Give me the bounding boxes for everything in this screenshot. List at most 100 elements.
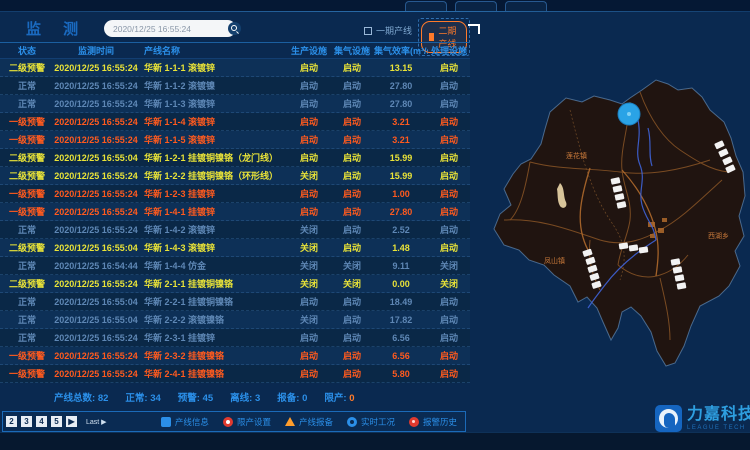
search-input[interactable] [104,24,228,34]
cell-name: 华新 1-1-2 滚镀镍 [138,79,288,92]
cell-proc: 启动 [428,223,470,236]
cell-prod: 启动 [288,97,330,110]
cell-eff: 0.00 [374,279,428,289]
cell-prod: 启动 [288,349,330,362]
realtime-icon [347,417,357,427]
table-row[interactable]: 正常2020/12/25 16:55:04华新 2-2-2 滚镀镍铬关闭启动17… [0,311,470,329]
cell-name: 华新 1-1-4 滚镀锌 [138,115,288,128]
table-row[interactable]: 一级预警2020/12/25 16:55:24华新 1-1-5 滚镀锌启动启动3… [0,131,470,149]
cell-proc: 启动 [428,115,470,128]
cell-gas: 启动 [330,223,374,236]
table-row[interactable]: 二级预警2020/12/25 16:55:24华新 1-2-2 挂镀铜镍铬（环形… [0,167,470,185]
cell-eff: 15.99 [374,153,428,163]
cell-prod: 关闭 [288,223,330,236]
cell-gas: 启动 [330,241,374,254]
table-row[interactable]: 一级预警2020/12/25 16:55:24华新 1-1-4 滚镀锌启动启动3… [0,113,470,131]
table-row[interactable]: 一级预警2020/12/25 16:55:24华新 1-4-1 挂镀锌启动启动2… [0,203,470,221]
town-label: 莲花镇 [566,151,587,160]
summary-item: 报备: 0 [277,390,307,404]
cell-prod: 启动 [288,79,330,92]
search-icon[interactable] [228,22,241,35]
table-row[interactable]: 二级预警2020/12/25 16:55:04华新 1-4-3 滚镀锌关闭启动1… [0,239,470,257]
table-row[interactable]: 一级预警2020/12/25 16:55:24华新 1-2-3 挂镀锌启动启动1… [0,185,470,203]
cluster-marker-dot [627,112,631,116]
table-row[interactable]: 正常2020/12/25 16:55:24华新 1-1-3 滚镀锌启动启动27.… [0,95,470,113]
cell-eff: 6.56 [374,333,428,343]
cell-time: 2020/12/25 16:55:24 [54,333,138,343]
checkbox-checked-icon[interactable] [429,33,434,41]
table-row[interactable]: 一级预警2020/12/25 16:55:24华新 2-4-1 挂镀镍铬启动启动… [0,365,470,383]
legend-label: 产线信息 [175,416,209,428]
table-row[interactable]: 正常2020/12/25 16:55:04华新 2-2-1 挂镀铜镍铬启动启动1… [0,293,470,311]
page-button[interactable]: 5 [51,416,62,427]
cell-status: 二级预警 [0,241,54,254]
table-row[interactable]: 二级预警2020/12/25 16:55:04华新 1-2-1 挂镀铜镍铬（龙门… [0,149,470,167]
report-icon [285,417,295,426]
legend-item[interactable]: 产线报备 [285,416,333,428]
brand-logo: 力嘉科技 LEAGUE TECH [655,405,750,432]
cell-gas: 启动 [330,205,374,218]
cell-status: 二级预警 [0,151,54,164]
district-map[interactable]: 莲花镇 西湖乡 凤山镇 [470,50,750,405]
page-button[interactable]: 2 [6,416,17,427]
cell-prod: 关闭 [288,241,330,254]
checkbox-unchecked-icon[interactable] [364,27,372,35]
phase1-label: 一期产线 [376,24,412,37]
cell-gas: 关闭 [330,277,374,290]
corner-bracket-decoration [468,24,480,34]
pagination: 2345 ▶ Last ▶ [6,416,107,427]
cell-gas: 启动 [330,295,374,308]
cell-status: 正常 [0,79,54,92]
cell-proc: 启动 [428,79,470,92]
cell-time: 2020/12/25 16:55:24 [54,135,138,145]
table-row[interactable]: 正常2020/12/25 16:54:44华新 1-4-4 仿金关闭关闭9.11… [0,257,470,275]
summary-item: 正常: 34 [125,390,160,404]
town-label: 西湖乡 [708,231,729,240]
cell-proc: 启动 [428,187,470,200]
legend-item[interactable]: 产线信息 [161,416,209,428]
cell-time: 2020/12/25 16:55:24 [54,189,138,199]
cell-eff: 6.56 [374,351,428,361]
cell-time: 2020/12/25 16:55:24 [54,279,138,289]
cell-time: 2020/12/25 16:55:04 [54,243,138,253]
header: 监 测 一期产线 二期产线 [0,12,470,42]
brand-logo-icon [655,405,682,432]
cell-prod: 启动 [288,367,330,380]
cell-time: 2020/12/25 16:55:04 [54,315,138,325]
cell-time: 2020/12/25 16:55:24 [54,171,138,181]
page-button[interactable]: 3 [21,416,32,427]
column-header: 处理设施 [428,44,470,57]
table-row[interactable]: 正常2020/12/25 16:55:24华新 2-3-1 挂镀锌启动启动6.5… [0,329,470,347]
monitor-table: 状态监测时间产线名称生产设施集气设施集气效率(m³/s)处理设施 二级预警202… [0,42,470,383]
column-header: 监测时间 [54,44,138,57]
column-header: 状态 [0,44,54,57]
cell-name: 华新 2-3-1 挂镀锌 [138,331,288,344]
table-row[interactable]: 正常2020/12/25 16:55:24华新 1-4-2 滚镀锌关闭启动2.5… [0,221,470,239]
table-row[interactable]: 正常2020/12/25 16:55:24华新 1-1-2 滚镀镍启动启动27.… [0,77,470,95]
table-row[interactable]: 二级预警2020/12/25 16:55:24华新 2-1-1 挂镀铜镍铬关闭关… [0,275,470,293]
cell-name: 华新 1-4-2 滚镀锌 [138,223,288,236]
last-page-button[interactable]: Last ▶ [86,418,107,426]
page-button[interactable]: 4 [36,416,47,427]
phase1-checkbox[interactable]: 一期产线 [364,24,412,37]
cell-eff: 17.82 [374,315,428,325]
table-row[interactable]: 一级预警2020/12/25 16:55:24华新 2-3-2 挂镀镍铬启动启动… [0,347,470,365]
cell-proc: 启动 [428,61,470,74]
cell-eff: 15.99 [374,171,428,181]
cell-proc: 关闭 [428,259,470,272]
cell-time: 2020/12/25 16:55:24 [54,81,138,91]
cell-proc: 启动 [428,331,470,344]
cell-prod: 启动 [288,295,330,308]
summary-item: 产线总数: 82 [54,390,108,404]
cell-time: 2020/12/25 16:55:24 [54,99,138,109]
column-header: 生产设施 [288,44,330,57]
legend-item[interactable]: 实时工况 [347,416,395,428]
brand-name: 力嘉科技 [687,407,750,423]
cell-eff: 27.80 [374,99,428,109]
next-page-icon[interactable]: ▶ [66,416,77,427]
cell-eff: 27.80 [374,81,428,91]
legend-item[interactable]: 报警历史 [409,416,457,428]
legend-item[interactable]: 限产设置 [223,416,271,428]
cell-status: 一级预警 [0,133,54,146]
table-row[interactable]: 二级预警2020/12/25 16:55:24华新 1-1-1 滚镀锌启动启动1… [0,59,470,77]
